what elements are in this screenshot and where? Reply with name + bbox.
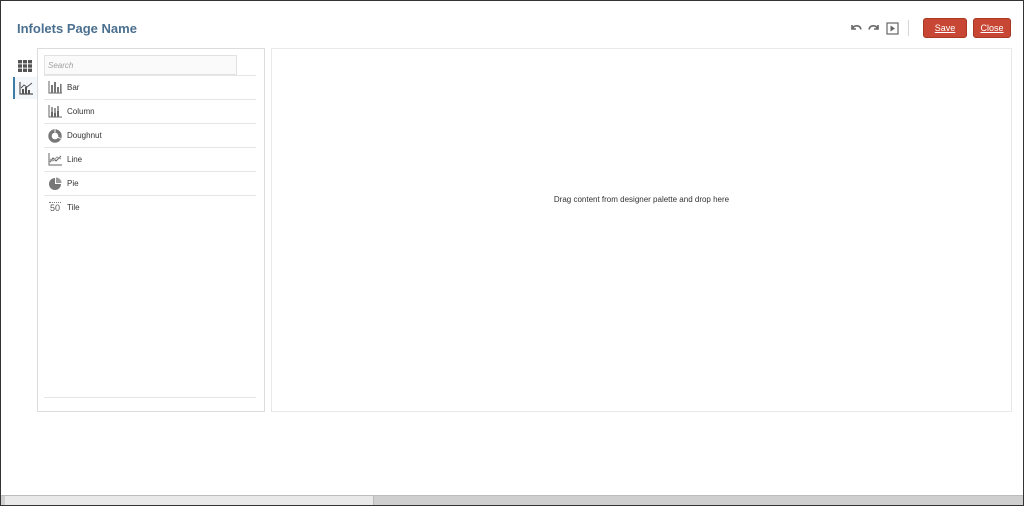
page-title: Infolets Page Name [17,21,137,36]
palette-item-pie[interactable]: Pie [44,171,256,195]
drop-canvas[interactable]: Drag content from designer palette and d… [271,48,1012,412]
palette-item-column[interactable]: Column [44,99,256,123]
designer-palette: Bar Column Doughnut Line [37,48,265,412]
status-bar [1,495,1023,505]
palette-item-doughnut[interactable]: Doughnut [44,123,256,147]
palette-item-label: Line [67,155,83,164]
pie-chart-icon [47,176,63,192]
save-button[interactable]: Save [923,18,967,38]
palette-footer-divider [44,397,256,398]
palette-item-label: Column [67,107,95,116]
status-bar-segment [5,496,374,505]
search-input[interactable] [44,55,237,75]
drop-message: Drag content from designer palette and d… [553,195,730,204]
palette-item-bar[interactable]: Bar [44,75,256,99]
toolbar-divider [908,20,909,36]
chart-icon [19,81,33,95]
designer-window: Infolets Page Name Save Close Search Bar… [0,0,1024,506]
tab-charts[interactable] [13,77,37,99]
close-button[interactable]: Close [973,18,1011,38]
tile-icon: 50 [47,200,63,216]
grid-icon [18,60,32,72]
redo-icon[interactable] [866,20,882,36]
palette-item-label: Pie [67,179,79,188]
palette-item-label: Doughnut [67,131,102,140]
side-tabs [13,55,37,99]
preview-play-icon[interactable] [884,20,900,36]
column-chart-icon [47,104,63,120]
palette-item-label: Bar [67,83,80,92]
tab-layouts[interactable] [13,55,37,77]
line-chart-icon [47,152,63,168]
palette-item-line[interactable]: Line [44,147,256,171]
tile-icon-text: 50 [49,203,60,213]
bar-chart-icon [47,80,63,96]
doughnut-chart-icon [47,128,63,144]
palette-item-label: Tile [67,203,80,212]
palette-list: Bar Column Doughnut Line Pie 50 Tile [44,75,256,219]
palette-item-tile[interactable]: 50 Tile [44,195,256,219]
undo-icon[interactable] [848,20,864,36]
toolbar: Save Close [848,18,1011,38]
